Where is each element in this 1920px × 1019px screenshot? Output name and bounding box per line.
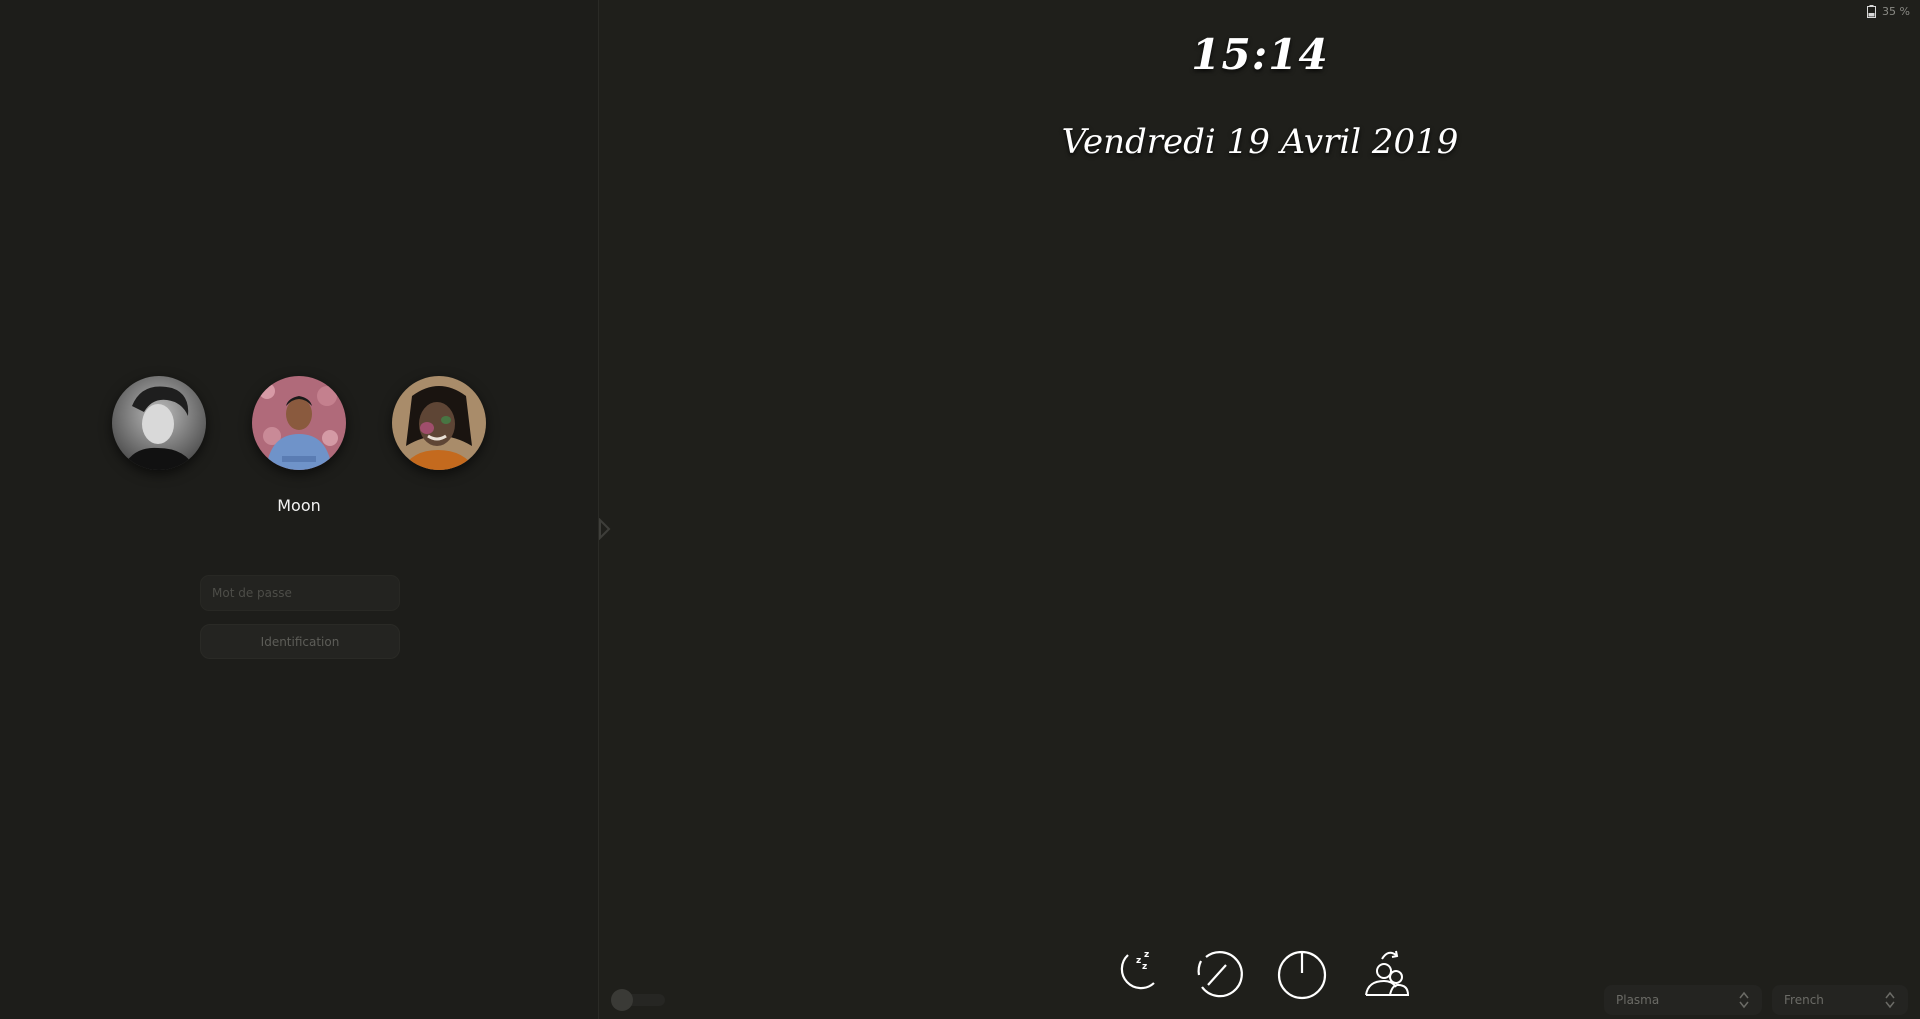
session-selector[interactable]: Plasma: [1604, 985, 1762, 1015]
clock-time: 15:14: [1191, 30, 1329, 79]
chevron-right-icon: [599, 517, 611, 541]
clock-date: Vendredi 19 Avril 2019: [1061, 122, 1459, 162]
avatar-portrait-2: [252, 376, 346, 470]
user-avatar-2[interactable]: [252, 376, 346, 470]
power-icon: [1277, 950, 1327, 1000]
session-selector-value: Plasma: [1616, 993, 1660, 1007]
user-list: [0, 376, 598, 476]
restart-button[interactable]: [1190, 945, 1246, 1001]
password-input[interactable]: [200, 575, 400, 611]
updown-arrows-icon: [1885, 991, 1895, 1009]
suspend-button[interactable]: z z z: [1106, 945, 1162, 1001]
battery-icon: [1867, 5, 1877, 18]
svg-text:z: z: [1136, 956, 1141, 966]
switch-user-button[interactable]: [1358, 945, 1414, 1001]
restart-icon: [1197, 951, 1243, 998]
user-avatar-1[interactable]: [112, 376, 206, 470]
sleep-icon: z z z: [1120, 950, 1155, 990]
updown-arrows-icon: [1739, 991, 1749, 1009]
panel-toggle-handle[interactable]: [598, 517, 612, 541]
login-screen: Moon Identification 35 % 15:14 Vendredi …: [0, 0, 1920, 1019]
battery-indicator: 35 %: [1867, 5, 1910, 18]
avatar-portrait-1: [112, 376, 206, 470]
selected-user-name: Moon: [277, 496, 321, 515]
login-button[interactable]: Identification: [200, 624, 400, 659]
virtual-keyboard-toggle[interactable]: [611, 989, 666, 1011]
svg-text:z: z: [1144, 950, 1149, 960]
language-selector-value: French: [1784, 993, 1824, 1007]
svg-text:z: z: [1142, 962, 1147, 972]
battery-percentage: 35 %: [1882, 5, 1910, 18]
language-selector[interactable]: French: [1772, 985, 1908, 1015]
user-avatar-3[interactable]: [392, 376, 486, 470]
shutdown-button[interactable]: [1274, 945, 1330, 1001]
avatar-portrait-3: [392, 376, 486, 470]
switch-user-icon: [1365, 950, 1410, 996]
login-panel: Moon Identification: [0, 0, 599, 1019]
toggle-knob: [611, 989, 633, 1011]
